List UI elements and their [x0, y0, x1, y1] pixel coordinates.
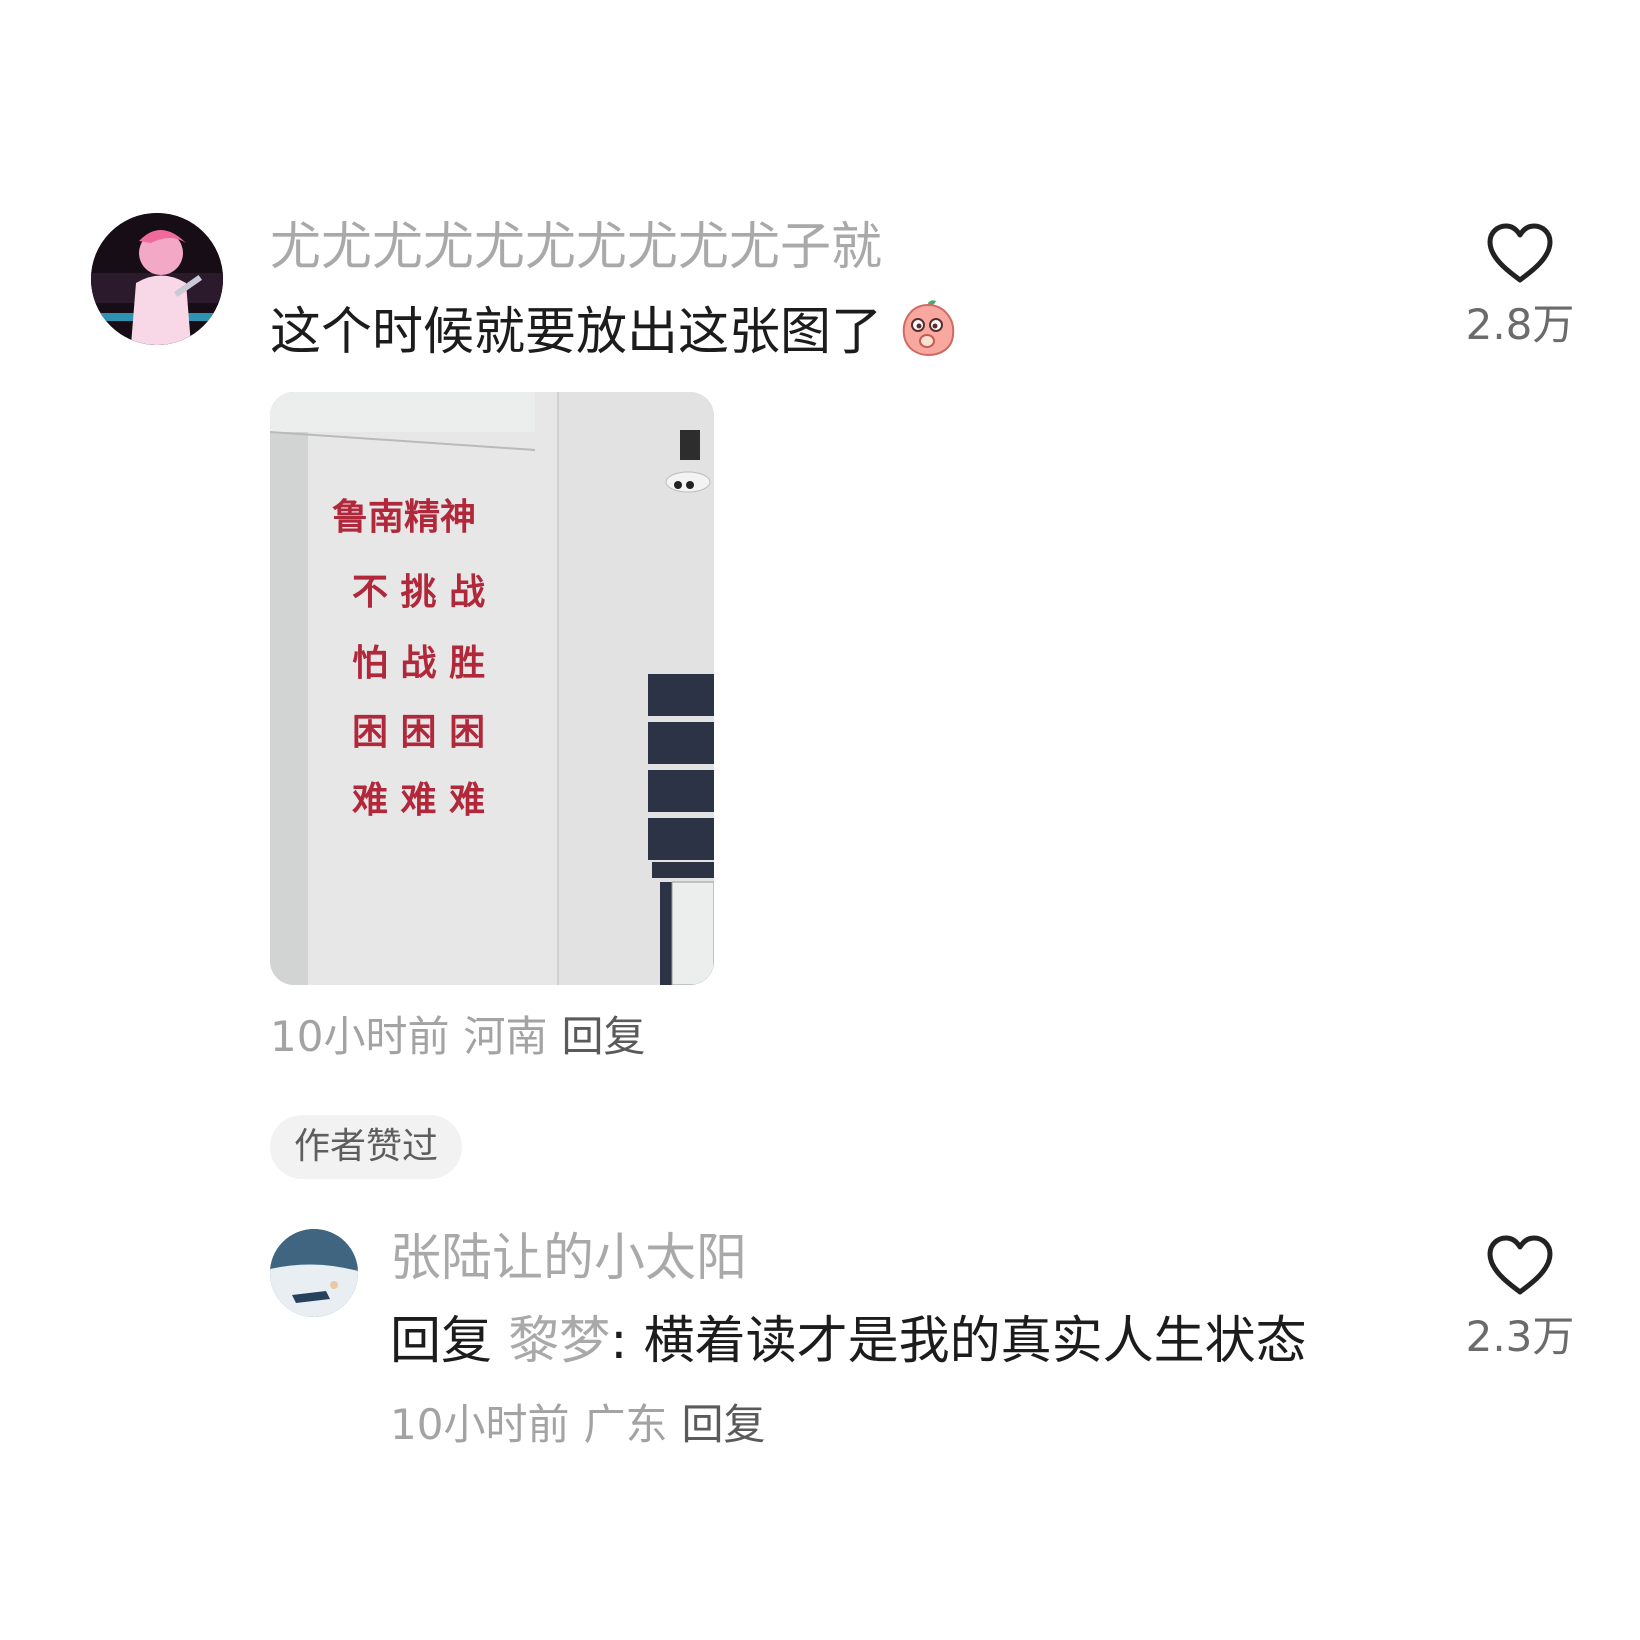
photo-sign-title: 鲁南精神	[332, 496, 476, 538]
reply-reply-button[interactable]: 回复	[681, 1400, 765, 1449]
reply-time: 10小时前	[390, 1400, 570, 1449]
reply-target-user[interactable]: 黎梦	[508, 1312, 610, 1371]
comment-reply-button[interactable]: 回复	[561, 1012, 645, 1061]
comment-meta: 10小时前 河南 回复	[270, 1012, 645, 1062]
photo-image: 鲁南精神 不 挑 战 怕 战 胜 困 困 困 难 难 难	[270, 392, 714, 985]
reply-prefix: 回复	[390, 1312, 493, 1371]
reply-text: 横着读才是我的真实人生状态	[643, 1312, 1307, 1371]
reply-location: 广东	[583, 1400, 668, 1449]
reply-username[interactable]: 张陆让的小太阳	[390, 1229, 747, 1289]
commenter-avatar[interactable]	[91, 213, 223, 345]
peach-blush-emoji-icon	[898, 297, 958, 357]
author-liked-badge: 作者赞过	[270, 1115, 463, 1179]
comment-text-row: 这个时候就要放出这张图了	[270, 297, 958, 365]
photo-sign-line: 不 挑 战	[352, 571, 485, 613]
commenter-username[interactable]: 尤尤尤尤尤尤尤尤尤尤子就	[270, 218, 882, 278]
heart-icon	[1487, 223, 1553, 283]
photo-sign-line: 困 困 困	[352, 711, 485, 753]
reply-separator: :	[610, 1312, 628, 1371]
photo-sign-line: 怕 战 胜	[352, 642, 485, 684]
reply-avatar-image	[270, 1229, 358, 1317]
comment-like-count: 2.8万	[1465, 300, 1575, 349]
comment-like-button[interactable]: 2.8万	[1440, 222, 1600, 352]
comment-photo[interactable]: 鲁南精神 不 挑 战 怕 战 胜 困 困 困 难 难 难	[270, 392, 714, 985]
reply-like-button[interactable]: 2.3万	[1440, 1234, 1600, 1364]
reply-avatar[interactable]	[270, 1229, 358, 1317]
heart-icon	[1487, 1235, 1553, 1295]
reply-text-row: 回复 黎梦: 横着读才是我的真实人生状态	[390, 1310, 1307, 1374]
reply-like-count: 2.3万	[1465, 1312, 1575, 1361]
reply-meta: 10小时前 广东 回复	[390, 1400, 765, 1450]
avatar-image	[91, 213, 223, 345]
comment-text: 这个时候就要放出这张图了	[270, 303, 883, 362]
comment-location: 河南	[463, 1012, 548, 1061]
comment-time: 10小时前	[270, 1012, 450, 1061]
photo-sign-line: 难 难 难	[352, 779, 485, 821]
